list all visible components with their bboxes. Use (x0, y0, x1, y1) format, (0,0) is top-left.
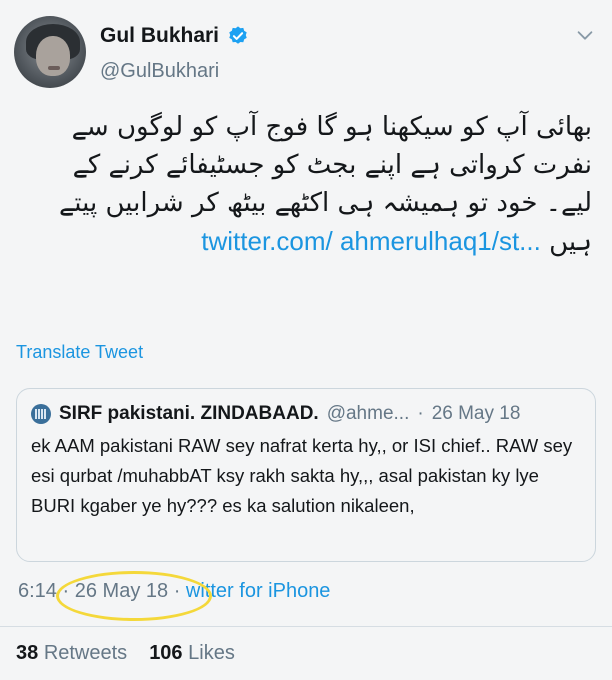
meta-separator: · (62, 580, 70, 602)
author-name[interactable]: Gul Bukhari (100, 24, 219, 48)
retweets-label: Retweets (43, 642, 128, 664)
verified-badge-icon (229, 26, 247, 44)
tweet-stats: 38 Retweets 106 Likes (16, 642, 235, 665)
quoted-separator: · (417, 403, 424, 424)
quoted-date: 26 May 18 (431, 403, 521, 424)
avatar-mouth (48, 66, 60, 70)
likes-count: 106 (149, 642, 183, 664)
divider (0, 626, 612, 627)
meta-separator: · (173, 580, 181, 602)
likes-label: Likes (188, 642, 235, 664)
quoted-tweet-text: ek AAM pakistani RAW sey nafrat kerta hy… (31, 435, 573, 516)
tweet-text: بھائی آپ کو سیکھنا ہو گا فوج آپ کو لوگوں… (20, 108, 592, 261)
quoted-tweet[interactable]: SIRF pakistani. ZINDABAAD. @ahme... · 26… (16, 388, 596, 562)
quoted-author-handle: @ahme... (326, 403, 410, 424)
avatar-face (36, 36, 70, 76)
translate-tweet-link[interactable]: Translate Tweet (16, 342, 143, 363)
retweets-stat[interactable]: 38 Retweets (16, 642, 127, 665)
quoted-tweet-header: SIRF pakistani. ZINDABAAD. @ahme... · 26… (31, 403, 520, 425)
chevron-down-icon[interactable] (574, 24, 596, 46)
avatar[interactable] (14, 16, 86, 88)
quoted-author-name: SIRF pakistani. ZINDABAAD. (59, 403, 319, 424)
tweet-source[interactable]: witter for iPhone (186, 580, 331, 602)
author-name-row: Gul Bukhari (100, 24, 249, 48)
tweet-date[interactable]: 26 May 18 (75, 580, 168, 602)
tweet-meta: 6:14 · 26 May 18 · witter for iPhone (18, 580, 330, 603)
quoted-avatar (31, 404, 51, 424)
tweet-time: 6:14 (18, 580, 57, 602)
author-handle[interactable]: @GulBukhari (100, 60, 219, 83)
tweet-link[interactable]: twitter.com/ ahmerulhaq1/st... (201, 226, 541, 256)
retweets-count: 38 (16, 642, 39, 664)
likes-stat[interactable]: 106 Likes (149, 642, 235, 665)
